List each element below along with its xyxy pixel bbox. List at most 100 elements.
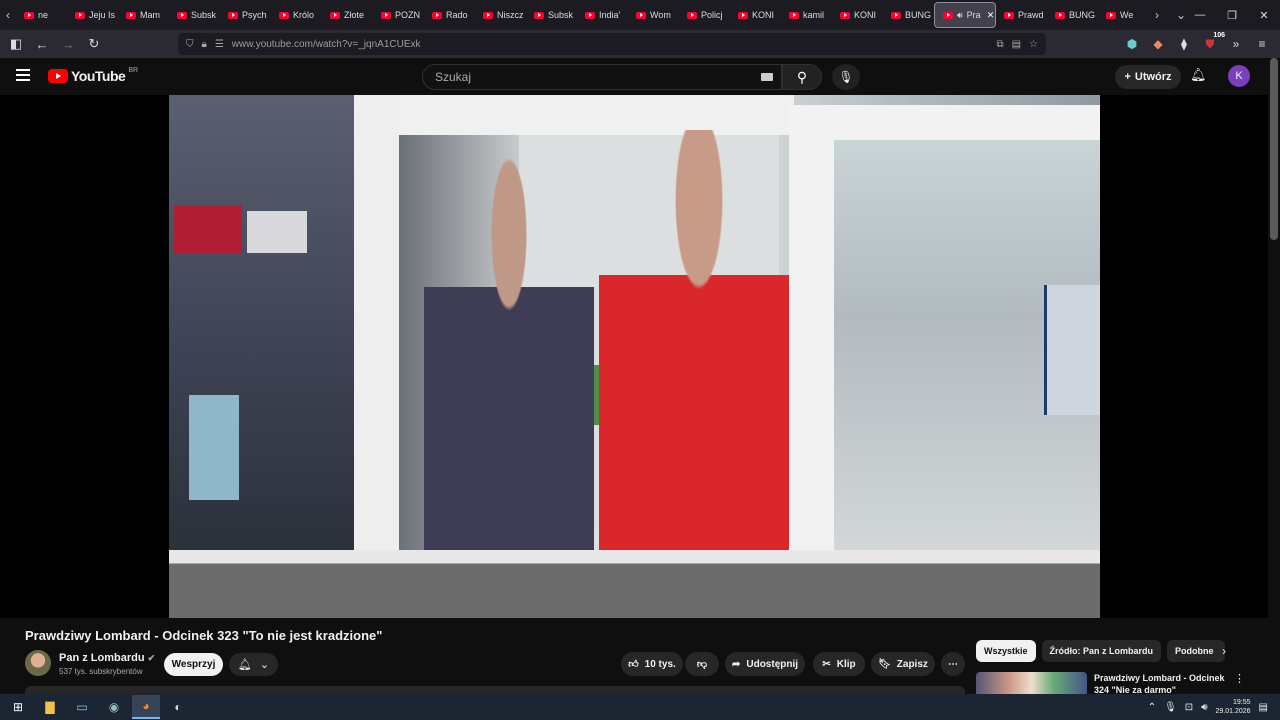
reader-view-icon[interactable]: ▤ [1012,39,1021,50]
account-avatar[interactable]: K [1228,65,1250,87]
youtube-header: YouTube BR Szukaj ⚲ 🎙︎ + Utwórz 🔔︎ K [0,58,1268,95]
channel-avatar[interactable] [25,650,51,676]
reload-icon[interactable]: ↻ [82,32,106,56]
page-scrollbar[interactable] [1268,58,1280,694]
chip-similar[interactable]: Podobne [1167,640,1226,662]
app-icon[interactable]: ◐ [164,695,192,719]
bookmark-star-icon[interactable]: ☆ [1029,39,1038,50]
scene-box-red [174,205,242,253]
clip-button[interactable]: ✂ Klip [813,652,865,676]
browser-tab[interactable]: Policj [679,2,730,28]
browser-tab[interactable]: Mam [118,2,169,28]
tab-label: Policj [701,10,723,20]
browser-tab-active[interactable]: 🔊︎ Pra ✕ [934,2,996,28]
browser-tab[interactable]: BUNG [1047,2,1098,28]
voice-search-button[interactable]: 🎙︎ [832,64,860,90]
recommendation-more-icon[interactable]: ⋮ [1234,672,1245,685]
lock-icon[interactable]: 🔒︎ [202,39,207,50]
permissions-icon[interactable]: ☰ [215,39,224,50]
browser-tab[interactable]: POZN [373,2,424,28]
description-box[interactable] [25,686,965,694]
video-frame[interactable] [169,95,1100,618]
volume-icon[interactable]: 🔊︎ [1201,702,1207,713]
youtube-favicon-icon [483,11,493,19]
create-button[interactable]: + Utwórz [1115,65,1181,89]
ublock-extension-icon[interactable]: ⛊ 106 [1200,32,1226,54]
address-bar[interactable]: ⛉ 🔒︎ ☰ www.youtube.com/watch?v=_jqnA1CUE… [178,33,1046,55]
keyboard-icon[interactable] [761,73,773,81]
scrollbar-thumb[interactable] [1270,58,1278,240]
clock[interactable]: 19:55 29.01.2026 [1216,698,1251,716]
share-button[interactable]: ➦ Udostępnij [725,652,805,676]
tab-close-icon[interactable]: ✕ [987,10,995,21]
search-input[interactable]: Szukaj [422,64,782,90]
browser-tab[interactable]: Złote [322,2,373,28]
like-button[interactable]: 👍︎ 10 tys. [621,652,683,676]
tabs-scroll-right-icon[interactable]: › [1149,0,1165,30]
vpn-extension-icon[interactable]: ⬢ [1122,34,1142,54]
browser-tab[interactable]: kamil [781,2,832,28]
more-actions-button[interactable]: ⋯ [941,652,965,676]
support-button[interactable]: Wesprzyj [164,653,223,676]
network-icon[interactable]: ⊡ [1185,702,1193,713]
browser-tab[interactable]: Subsk [526,2,577,28]
browser-tab[interactable]: We [1098,2,1149,28]
browser-tab[interactable]: Wom [628,2,679,28]
channel-name[interactable]: Pan z Lombardu ✔ [59,652,155,664]
url-text[interactable]: www.youtube.com/watch?v=_jqnA1CUExk [232,39,421,50]
share-arrow-icon: ➦ [731,658,741,670]
browser-tab[interactable]: Niszcz [475,2,526,28]
steam-icon[interactable]: ◉ [100,695,128,719]
notifications-bell-icon[interactable]: 🔔︎ [1190,67,1207,83]
overflow-chevrons-icon[interactable]: » [1226,34,1246,54]
forward-icon[interactable]: → [56,32,80,56]
windows-start-icon[interactable]: ⊞ [4,695,32,719]
search-button[interactable]: ⚲ [782,64,822,90]
scene-window-frame-top [354,95,794,135]
microphone-tray-icon[interactable]: 🎙︎ [1164,702,1177,713]
hamburger-menu-icon[interactable] [16,69,30,81]
sidebar-toggle-icon[interactable]: ◧ [4,32,28,56]
browser-tab[interactable]: Rado [424,2,475,28]
browser-tab[interactable]: Prawd [996,2,1047,28]
browser-tab[interactable]: BUNG [883,2,934,28]
browser-tab[interactable]: Subsk [169,2,220,28]
tray-chevron-icon[interactable]: ⌃ [1148,702,1156,713]
minimize-icon[interactable]: — [1184,9,1216,21]
firefox-icon[interactable]: ◕ [132,695,160,719]
recommendation-thumbnail[interactable] [976,672,1087,694]
save-button[interactable]: 🔖︎ Zapisz [871,652,935,676]
notification-settings-button[interactable]: 🔔︎ ⌄ [229,653,278,676]
notifications-icon[interactable]: ▤ [1259,702,1268,713]
browser-tab[interactable]: KONI [730,2,781,28]
youtube-logo[interactable]: YouTube BR [48,67,138,84]
tabs-scroll-left-icon[interactable]: ‹ [0,0,16,30]
avatar-letter: K [1235,70,1243,82]
extensions-icon[interactable]: ⧫ [1174,34,1194,54]
computer-icon[interactable]: ▭ [68,695,96,719]
fox-extension-icon[interactable]: ◆ [1148,34,1168,54]
app-menu-icon[interactable]: ≡ [1252,34,1272,54]
restore-icon[interactable]: ❐ [1216,9,1248,22]
chips-next-chevron-icon[interactable]: › [1222,644,1226,658]
browser-tab[interactable]: Psych [220,2,271,28]
channel-name-text[interactable]: Pan z Lombardu [59,652,145,664]
recommendation-title[interactable]: Prawdziwy Lombard - Odcinek 324 "Nie za … [1094,672,1234,696]
dislike-button[interactable]: 👎︎ [685,652,719,676]
tab-audio-icon[interactable]: 🔊︎ [957,10,963,21]
picture-in-picture-icon[interactable]: ⧉ [996,39,1003,50]
close-window-icon[interactable]: ✕ [1248,9,1280,22]
browser-tab[interactable]: ne [16,2,67,28]
shield-icon[interactable]: ⛉ [186,39,194,50]
browser-tab[interactable]: Jeju Is [67,2,118,28]
chip-source[interactable]: Źródło: Pan z Lombardu [1041,640,1162,662]
file-explorer-icon[interactable]: ▇ [36,695,64,719]
video-player[interactable] [0,95,1268,618]
chip-all[interactable]: Wszystkie [976,640,1036,662]
recommendation-item[interactable]: Prawdziwy Lombard - Odcinek 324 "Nie za … [976,672,1268,696]
browser-tab[interactable]: India' [577,2,628,28]
scene-counter [169,550,1100,618]
browser-tab[interactable]: KONI [832,2,883,28]
browser-tab[interactable]: Królo [271,2,322,28]
back-icon[interactable]: ← [30,32,54,56]
